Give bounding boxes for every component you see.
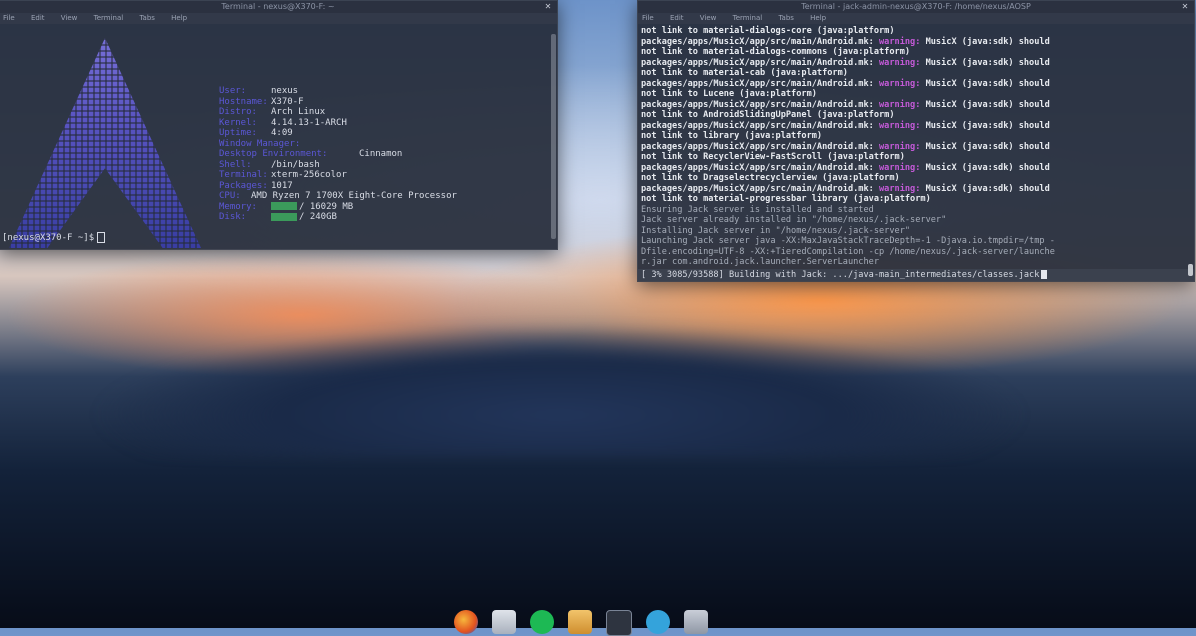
info-row: Distro: Arch Linux bbox=[219, 107, 326, 117]
text-cursor bbox=[97, 232, 106, 243]
log-line: Dfile.encoding=UTF-8 -XX:+TieredCompilat… bbox=[641, 246, 1055, 257]
menu-file[interactable]: File bbox=[642, 14, 654, 22]
scrollbar-right[interactable] bbox=[1188, 264, 1193, 276]
info-row: Packages: 1017 bbox=[219, 180, 293, 191]
menu-edit[interactable]: Edit bbox=[31, 14, 45, 22]
menu-edit[interactable]: Edit bbox=[670, 14, 684, 22]
log-line: packages/apps/MusicX/app/src/main/Androi… bbox=[641, 57, 1050, 68]
log-line: not link to AndroidSlidingUpPanel (java:… bbox=[641, 110, 895, 120]
info-row: Desktop Environment: Cinnamon bbox=[219, 149, 403, 159]
shell-prompt[interactable]: [nexus@X370-F ~]$ bbox=[2, 232, 106, 243]
firefox-icon[interactable] bbox=[454, 610, 478, 634]
window-title: Terminal - nexus@X370-F: ~ bbox=[221, 2, 335, 11]
telegram-icon[interactable] bbox=[646, 610, 670, 634]
log-line: not link to Lucene (java:platform) bbox=[641, 89, 817, 99]
info-row: Hostname: X370-F bbox=[219, 96, 304, 107]
menubar-left: File Edit View Terminal Tabs Help bbox=[0, 13, 557, 24]
menu-tabs[interactable]: Tabs bbox=[139, 14, 155, 22]
log-line: r.jar com.android.jack.launcher.ServerLa… bbox=[641, 257, 879, 267]
close-icon[interactable]: ✕ bbox=[1180, 2, 1190, 12]
log-line: Jack server already installed in "/home/… bbox=[641, 215, 947, 225]
log-line: not link to material-cab (java:platform) bbox=[641, 68, 848, 78]
log-line: Installing Jack server in "/home/nexus/.… bbox=[641, 225, 911, 236]
window-title: Terminal - jack-admin-nexus@X370-F: /hom… bbox=[801, 2, 1031, 11]
arch-linux-logo bbox=[9, 38, 201, 248]
titlebar-left[interactable]: Terminal - nexus@X370-F: ~ ✕ bbox=[0, 1, 557, 13]
terminal-icon[interactable] bbox=[606, 610, 632, 636]
menu-tabs[interactable]: Tabs bbox=[778, 14, 794, 22]
disk-bar bbox=[271, 212, 297, 221]
terminal-output-left[interactable]: User: nexus Hostname: X370-F Distro: Arch L… bbox=[0, 24, 557, 249]
menu-file[interactable]: File bbox=[3, 14, 15, 22]
log-line: packages/apps/MusicX/app/src/main/Androi… bbox=[641, 99, 1050, 110]
menu-terminal[interactable]: Terminal bbox=[733, 14, 763, 22]
wallpaper-mountain bbox=[0, 285, 1196, 455]
system-info: User: nexus Hostname: X370-F Distro: Arch L… bbox=[219, 86, 457, 223]
build-status-text: [ 3% 3085/93588] Building with Jack: ...… bbox=[641, 270, 1040, 280]
info-row: User: nexus bbox=[219, 86, 299, 96]
log-line: packages/apps/MusicX/app/src/main/Androi… bbox=[641, 183, 1050, 194]
log-line: not link to library (java:platform) bbox=[641, 131, 823, 141]
dock bbox=[446, 610, 722, 636]
scrollbar-left[interactable] bbox=[551, 34, 556, 239]
log-line: packages/apps/MusicX/app/src/main/Androi… bbox=[641, 162, 1050, 173]
log-line: packages/apps/MusicX/app/src/main/Androi… bbox=[641, 141, 1050, 152]
log-line: not link to Dragselectrecyclerview (java… bbox=[641, 173, 900, 183]
log-line: not link to RecyclerView-FastScroll (jav… bbox=[641, 152, 905, 162]
terminal-output-right[interactable]: not link to material-dialogs-core (java:… bbox=[638, 24, 1194, 281]
menubar-right: File Edit View Terminal Tabs Help bbox=[638, 13, 1194, 24]
info-row: Window Manager: bbox=[219, 138, 301, 149]
log-line: not link to material-dialogs-core (java:… bbox=[641, 26, 895, 36]
menu-view[interactable]: View bbox=[61, 14, 78, 22]
log-line: not link to material-progressbar library… bbox=[641, 194, 931, 204]
text-cursor bbox=[1041, 270, 1048, 279]
info-row: Terminal: xterm-256color bbox=[219, 170, 347, 180]
info-row: Kernel: 4.14.13-1-ARCH bbox=[219, 117, 347, 128]
menu-help[interactable]: Help bbox=[810, 14, 826, 22]
build-status: [ 3% 3085/93588] Building with Jack: ...… bbox=[638, 269, 1194, 281]
menu-terminal[interactable]: Terminal bbox=[94, 14, 124, 22]
files-icon[interactable] bbox=[492, 610, 516, 634]
prompt-text: [nexus@X370-F ~]$ bbox=[2, 233, 95, 243]
info-row: Shell:/bin/bash bbox=[219, 159, 320, 170]
log-line: packages/apps/MusicX/app/src/main/Androi… bbox=[641, 78, 1050, 89]
trash-icon[interactable] bbox=[684, 610, 708, 634]
memory-bar bbox=[271, 202, 297, 210]
archive-icon[interactable] bbox=[568, 610, 592, 634]
info-row: Memory:/ 16029 MB bbox=[219, 201, 354, 212]
menu-help[interactable]: Help bbox=[171, 14, 187, 22]
info-row: Uptime: 4:09 bbox=[219, 128, 293, 138]
terminal-window-left[interactable]: Terminal - nexus@X370-F: ~ ✕ File Edit V… bbox=[0, 0, 558, 250]
log-line: not link to material-dialogs-commons (ja… bbox=[641, 47, 911, 57]
menu-view[interactable]: View bbox=[700, 14, 717, 22]
log-line: packages/apps/MusicX/app/src/main/Androi… bbox=[641, 36, 1050, 47]
info-row: Disk:/ 240GB bbox=[219, 212, 337, 222]
terminal-window-right[interactable]: Terminal - jack-admin-nexus@X370-F: /hom… bbox=[637, 0, 1195, 282]
info-row: CPU: AMD Ryzen 7 1700X Eight-Core Process… bbox=[219, 191, 457, 201]
log-line: Launching Jack server java -XX:MaxJavaSt… bbox=[641, 236, 1055, 246]
close-icon[interactable]: ✕ bbox=[543, 2, 553, 12]
spotify-icon[interactable] bbox=[530, 610, 554, 634]
build-log: not link to material-dialogs-core (java:… bbox=[641, 26, 1055, 268]
log-line: Ensuring Jack server is installed and st… bbox=[641, 204, 874, 215]
titlebar-right[interactable]: Terminal - jack-admin-nexus@X370-F: /hom… bbox=[638, 1, 1194, 13]
log-line: packages/apps/MusicX/app/src/main/Androi… bbox=[641, 120, 1050, 131]
